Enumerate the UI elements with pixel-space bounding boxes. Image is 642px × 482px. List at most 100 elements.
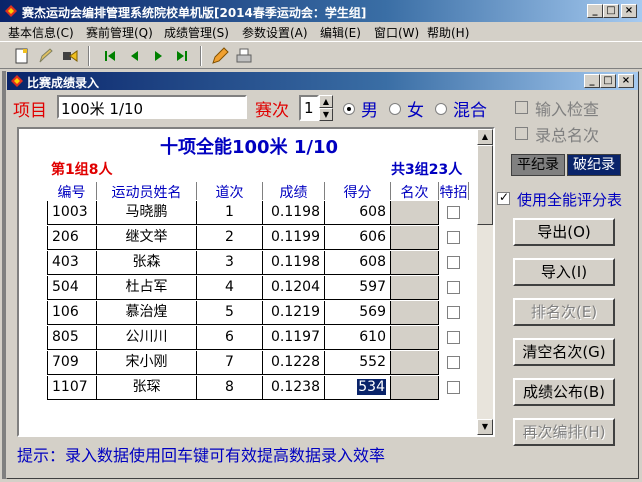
- cell-col-result[interactable]: 0.1197: [263, 326, 325, 350]
- cell-col-result[interactable]: 0.1198: [263, 251, 325, 275]
- cell-col-athlete-name[interactable]: 张森: [97, 251, 197, 275]
- cell-col-lane[interactable]: 5: [197, 301, 263, 325]
- cell-col-result[interactable]: 0.1199: [263, 226, 325, 250]
- menu-score-mgmt[interactable]: 成绩管理(S): [164, 24, 229, 41]
- special-recruit-checkbox[interactable]: [447, 281, 460, 294]
- cell-col-lane[interactable]: 8: [197, 376, 263, 400]
- scroll-thumb[interactable]: [477, 145, 493, 225]
- cell-col-athlete-name[interactable]: 杜占军: [97, 276, 197, 300]
- cell-col-score[interactable]: 606: [325, 226, 391, 250]
- scroll-down-button[interactable]: ▼: [477, 419, 493, 435]
- special-recruit-checkbox[interactable]: [447, 206, 460, 219]
- cell-col-result[interactable]: 0.1198: [263, 201, 325, 225]
- cell-col-special[interactable]: [439, 326, 469, 350]
- special-recruit-checkbox[interactable]: [447, 356, 460, 369]
- next-record-icon[interactable]: [148, 46, 168, 66]
- cell-col-number[interactable]: 504: [47, 276, 97, 300]
- cell-col-special[interactable]: [439, 351, 469, 375]
- maximize-button[interactable]: □: [603, 4, 619, 18]
- selected-score-value[interactable]: 534: [357, 379, 386, 395]
- special-recruit-checkbox[interactable]: [447, 306, 460, 319]
- cell-col-lane[interactable]: 7: [197, 351, 263, 375]
- edit-icon[interactable]: [36, 46, 56, 66]
- child-minimize-button[interactable]: _: [584, 74, 600, 88]
- cell-col-result[interactable]: 0.1219: [263, 301, 325, 325]
- cell-col-lane[interactable]: 4: [197, 276, 263, 300]
- cell-col-special[interactable]: [439, 201, 469, 225]
- import-button[interactable]: 导入(I): [513, 258, 615, 286]
- input-check-checkbox[interactable]: [515, 101, 528, 114]
- use-scoring-checkbox[interactable]: [497, 190, 510, 205]
- grid-scrollbar[interactable]: ▲ ▼: [477, 129, 493, 435]
- exit-icon[interactable]: [60, 46, 80, 66]
- round-up-button[interactable]: ▲: [319, 95, 333, 108]
- cell-col-result[interactable]: 0.1238: [263, 376, 325, 400]
- rearrange-button[interactable]: 再次编排(H): [513, 418, 615, 446]
- cell-col-number[interactable]: 1107: [47, 376, 97, 400]
- cell-col-lane[interactable]: 6: [197, 326, 263, 350]
- gender-male-radio[interactable]: [343, 103, 355, 115]
- cell-col-score[interactable]: 534: [325, 376, 391, 400]
- round-input[interactable]: 1: [299, 95, 319, 121]
- cell-col-athlete-name[interactable]: 宋小刚: [97, 351, 197, 375]
- cell-col-number[interactable]: 106: [47, 301, 97, 325]
- child-close-button[interactable]: ×: [618, 74, 634, 88]
- cell-col-rank[interactable]: [391, 251, 439, 275]
- cell-col-number[interactable]: 1003: [47, 201, 97, 225]
- menu-edit[interactable]: 编辑(E): [320, 24, 361, 41]
- publish-button[interactable]: 成绩公布(B): [513, 378, 615, 406]
- last-record-icon[interactable]: [172, 46, 192, 66]
- cell-col-result[interactable]: 0.1204: [263, 276, 325, 300]
- special-recruit-checkbox[interactable]: [447, 231, 460, 244]
- child-maximize-button[interactable]: □: [600, 74, 616, 88]
- pencil-icon[interactable]: [210, 46, 230, 66]
- cell-col-score[interactable]: 610: [325, 326, 391, 350]
- cell-col-special[interactable]: [439, 276, 469, 300]
- menu-pre-match[interactable]: 赛前管理(Q): [86, 24, 153, 41]
- cell-col-athlete-name[interactable]: 公川川: [97, 326, 197, 350]
- cell-col-lane[interactable]: 3: [197, 251, 263, 275]
- round-down-button[interactable]: ▼: [319, 108, 333, 121]
- minimize-button[interactable]: _: [587, 4, 603, 18]
- cell-col-number[interactable]: 403: [47, 251, 97, 275]
- cell-col-number[interactable]: 709: [47, 351, 97, 375]
- cell-col-number[interactable]: 206: [47, 226, 97, 250]
- cell-col-rank[interactable]: [391, 276, 439, 300]
- clear-rank-button[interactable]: 清空名次(G): [513, 338, 615, 366]
- prev-record-icon[interactable]: [124, 46, 144, 66]
- cell-col-rank[interactable]: [391, 351, 439, 375]
- menu-basic-info[interactable]: 基本信息(C): [8, 24, 74, 41]
- gender-female-radio[interactable]: [389, 103, 401, 115]
- cell-col-special[interactable]: [439, 251, 469, 275]
- cell-col-score[interactable]: 569: [325, 301, 391, 325]
- cell-col-rank[interactable]: [391, 376, 439, 400]
- cell-col-athlete-name[interactable]: 张琛: [97, 376, 197, 400]
- menu-help[interactable]: 帮助(H): [427, 24, 469, 41]
- menu-params[interactable]: 参数设置(A): [242, 24, 308, 41]
- first-record-icon[interactable]: [100, 46, 120, 66]
- cell-col-lane[interactable]: 1: [197, 201, 263, 225]
- cell-col-athlete-name[interactable]: 马晓鹏: [97, 201, 197, 225]
- cell-col-special[interactable]: [439, 301, 469, 325]
- record-total-checkbox[interactable]: [515, 127, 528, 140]
- cell-col-lane[interactable]: 2: [197, 226, 263, 250]
- cell-col-rank[interactable]: [391, 326, 439, 350]
- gender-mixed-radio[interactable]: [435, 103, 447, 115]
- cell-col-rank[interactable]: [391, 301, 439, 325]
- cell-col-special[interactable]: [439, 376, 469, 400]
- new-doc-icon[interactable]: [12, 46, 32, 66]
- cell-col-score[interactable]: 597: [325, 276, 391, 300]
- cell-col-score[interactable]: 552: [325, 351, 391, 375]
- rank-button[interactable]: 排名次(E): [513, 298, 615, 326]
- special-recruit-checkbox[interactable]: [447, 331, 460, 344]
- scroll-up-button[interactable]: ▲: [477, 129, 493, 145]
- cell-col-number[interactable]: 805: [47, 326, 97, 350]
- export-button[interactable]: 导出(O): [513, 218, 615, 246]
- cell-col-score[interactable]: 608: [325, 201, 391, 225]
- cell-col-result[interactable]: 0.1228: [263, 351, 325, 375]
- special-recruit-checkbox[interactable]: [447, 381, 460, 394]
- cell-col-score[interactable]: 608: [325, 251, 391, 275]
- cell-col-athlete-name[interactable]: 慕治煌: [97, 301, 197, 325]
- event-input[interactable]: 100米 1/10: [57, 95, 247, 119]
- menu-window[interactable]: 窗口(W): [374, 24, 419, 41]
